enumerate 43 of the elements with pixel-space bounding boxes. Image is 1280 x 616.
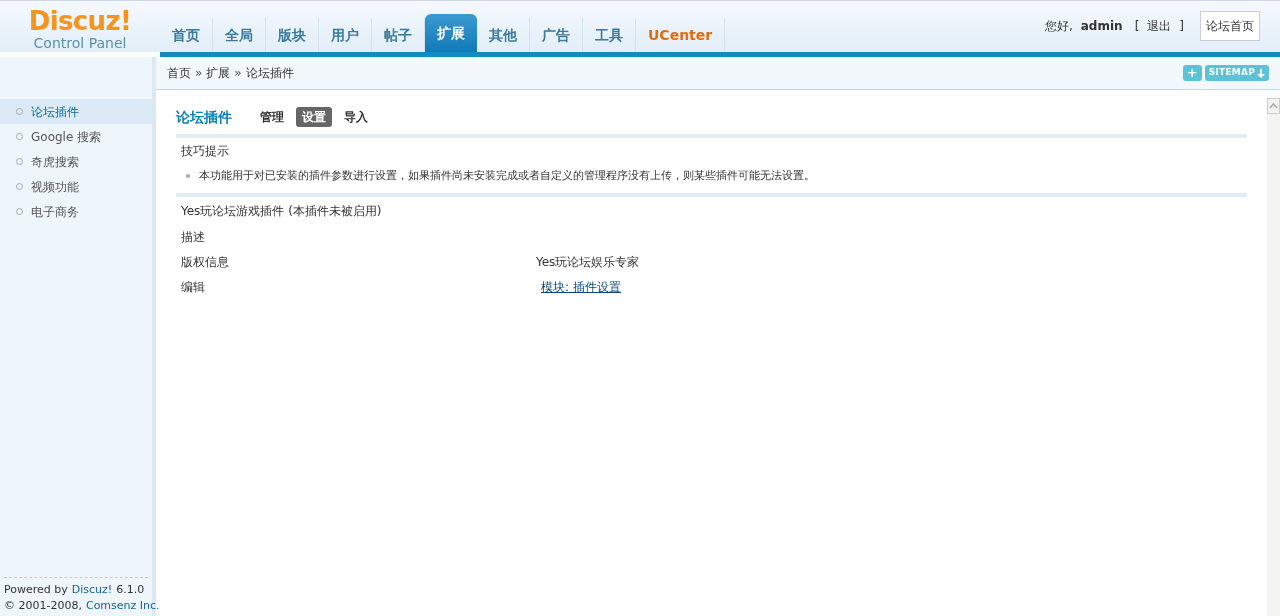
bracket-text: [ [1134, 18, 1140, 35]
sidebar-item[interactable]: Google 搜索 [0, 124, 152, 149]
footer-text: © 2001-2008, [4, 598, 82, 614]
logo-text: Discuz! [28, 6, 132, 35]
footer-link[interactable]: Comsenz Inc. [85, 598, 160, 614]
sidebar-item[interactable]: 视频功能 [0, 174, 152, 199]
version-text: 6.1.0 [116, 582, 145, 598]
breadcrumb-separator: » [234, 65, 242, 82]
breadcrumb-separator: » [195, 65, 203, 82]
logout-link[interactable]: 退出 [1147, 17, 1172, 35]
circle-icon [16, 208, 23, 215]
footer-text: Powered by [4, 582, 68, 598]
sidebar-item[interactable]: 奇虎搜索 [0, 149, 152, 174]
section-tab[interactable]: 管理 [254, 107, 290, 127]
breadcrumb-link[interactable]: 首页 [167, 64, 191, 82]
tip-text: 本功能用于对已安装的插件参数进行设置，如果插件尚未安装完成或者自定义的管理程序没有上传，则某些插件可能无法设置。 [199, 168, 815, 184]
breadcrumb-link[interactable]: 论坛插件 [245, 64, 294, 82]
section-tab[interactable]: 导入 [338, 107, 374, 127]
circle-icon [16, 158, 23, 165]
username: admin [1080, 18, 1123, 35]
greeting-text: 您好, [1044, 18, 1073, 35]
field-label: 版权信息 [181, 254, 230, 271]
field-label: 编辑 [181, 279, 206, 296]
breadcrumb-link[interactable]: 扩展 [206, 64, 231, 82]
bracket-text: ] [1179, 18, 1184, 35]
down-arrow-icon [1257, 68, 1265, 78]
circle-icon [16, 108, 23, 115]
logo-subtitle: Control Panel [33, 34, 127, 51]
footer-link[interactable]: Discuz! [71, 582, 113, 598]
field-value: Yes玩论坛娱乐专家 [536, 254, 640, 271]
forum-home-button[interactable]: 论坛首页 [1200, 11, 1260, 41]
sidebar-item[interactable]: 电子商务 [0, 199, 152, 224]
field-label: 描述 [181, 229, 206, 246]
section-tab[interactable]: 设置 [296, 107, 332, 127]
page-title: 论坛插件 [176, 107, 232, 127]
tips-heading: 技巧提示 [180, 143, 230, 160]
circle-icon [16, 133, 23, 140]
circle-icon [16, 183, 23, 190]
sidebar-item[interactable]: 论坛插件 [0, 99, 152, 124]
plugin-title: Yes玩论坛游戏插件 (本插件未被启用) [180, 202, 383, 220]
bullet-icon [186, 174, 190, 179]
nav-tab[interactable]: 扩展 [425, 14, 477, 52]
settings-link[interactable]: 模块: 插件设置 [541, 278, 621, 296]
